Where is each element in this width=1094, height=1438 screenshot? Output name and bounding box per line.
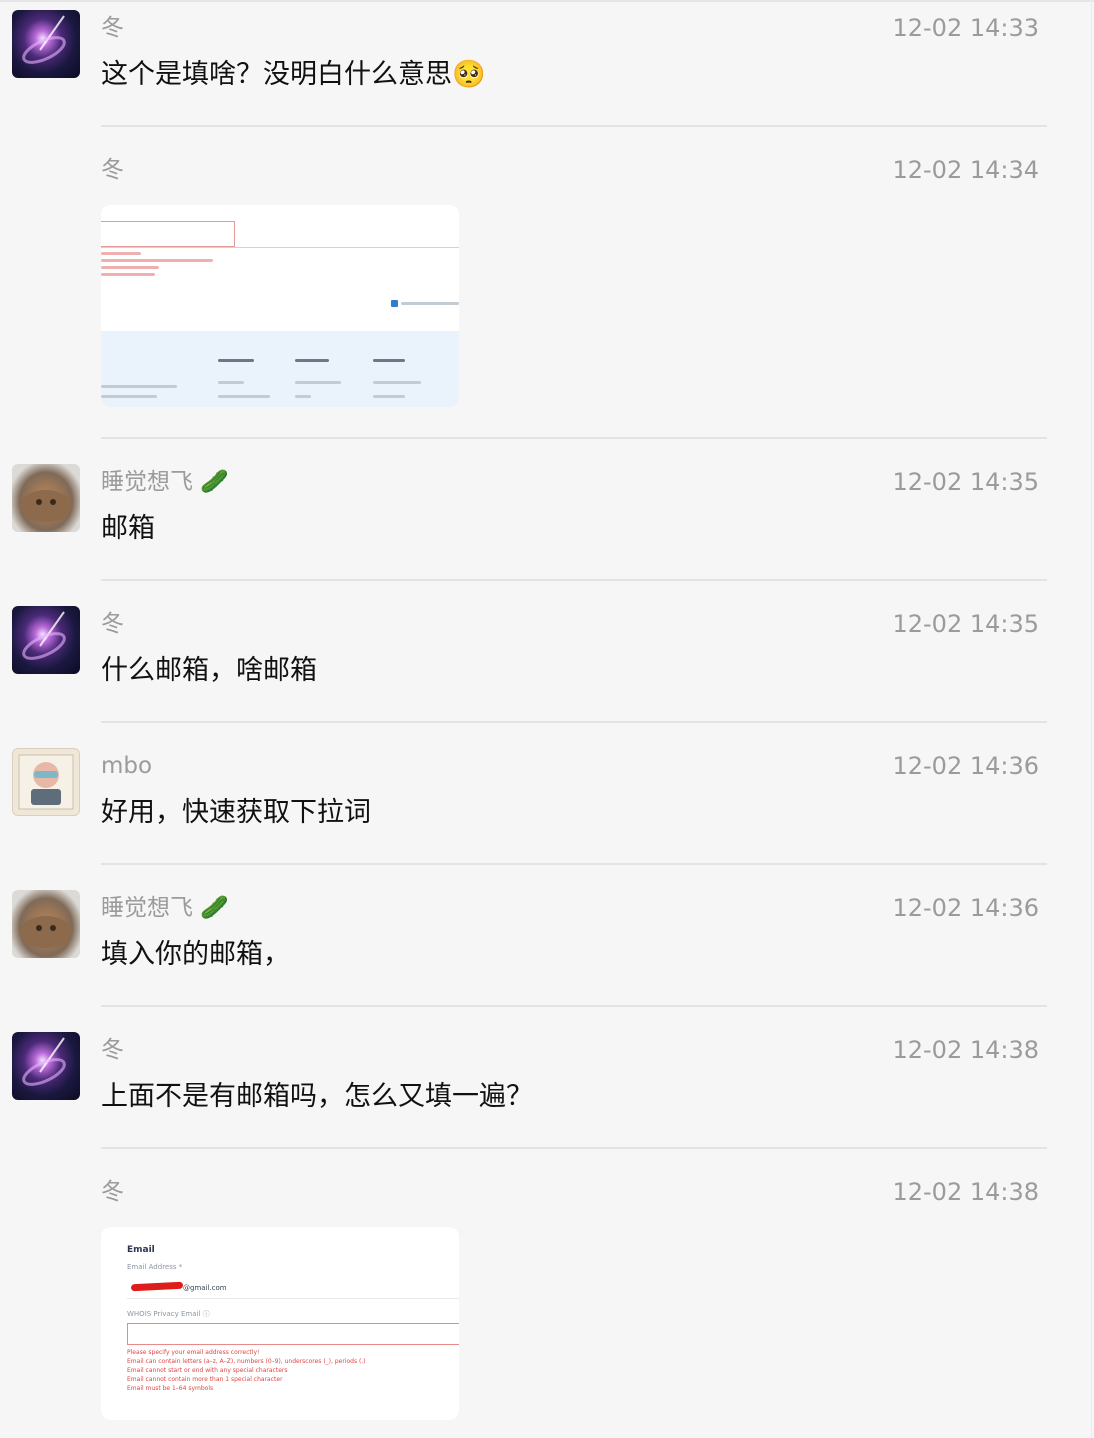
message-text: 什么邮箱，啥邮箱 bbox=[101, 655, 317, 686]
message-time: 12-02 14:38 bbox=[892, 1178, 1039, 1206]
message-separator bbox=[101, 1005, 1047, 1007]
image-attachment[interactable] bbox=[101, 205, 459, 407]
error-message: Email must be 1–64 symbols bbox=[127, 1385, 214, 1392]
sender-name: mbo bbox=[101, 753, 153, 779]
right-border bbox=[1091, 0, 1092, 1438]
whois-email-field bbox=[127, 1323, 459, 1345]
message-text: 邮箱 bbox=[101, 513, 155, 544]
email-value: @gmail.com bbox=[183, 1284, 227, 1292]
email-heading: Email bbox=[127, 1245, 155, 1255]
avatar[interactable] bbox=[12, 464, 80, 532]
message-time: 12-02 14:34 bbox=[892, 156, 1039, 184]
sender-name: 冬 bbox=[101, 1037, 124, 1063]
galaxy-avatar-icon bbox=[22, 611, 66, 660]
avatar[interactable] bbox=[12, 606, 80, 674]
galaxy-avatar-icon bbox=[22, 15, 66, 64]
message-text: 上面不是有邮箱吗，怎么又填一遍？ bbox=[101, 1081, 533, 1112]
message-time: 12-02 14:38 bbox=[892, 1036, 1039, 1064]
checkbox-icon bbox=[391, 300, 398, 307]
checkbox-label bbox=[401, 302, 459, 305]
message-text: 填入你的邮箱， bbox=[101, 939, 290, 970]
avatar[interactable] bbox=[12, 748, 80, 816]
avatar[interactable] bbox=[12, 890, 80, 958]
message-separator bbox=[101, 863, 1047, 865]
site-footer bbox=[101, 331, 459, 407]
sender-name: 睡觉想飞 🥒 bbox=[101, 895, 229, 921]
whois-email-label: WHOIS Privacy Email ⓘ bbox=[127, 1310, 210, 1318]
message-separator bbox=[101, 1147, 1047, 1149]
sender-name: 冬 bbox=[101, 157, 124, 183]
top-border bbox=[0, 0, 1094, 2]
message-text: 好用，快速获取下拉词 bbox=[101, 797, 371, 828]
message-text: 这个是填啥？没明白什么意思🥺 bbox=[101, 59, 486, 90]
message-time: 12-02 14:36 bbox=[892, 752, 1039, 780]
message-time: 12-02 14:35 bbox=[892, 468, 1039, 496]
error-message: Email cannot contain more than 1 special… bbox=[127, 1376, 283, 1383]
image-attachment[interactable]: Email Email Address * @gmail.com WHOIS P… bbox=[101, 1227, 459, 1420]
cat-avatar-icon bbox=[20, 490, 72, 522]
message-time: 12-02 14:36 bbox=[892, 894, 1039, 922]
error-message: Email can contain letters (a–z, A–Z), nu… bbox=[127, 1358, 366, 1365]
sender-name: 冬 bbox=[101, 611, 124, 637]
stamp-avatar-icon bbox=[18, 754, 74, 810]
galaxy-avatar-icon bbox=[22, 1037, 66, 1086]
message-separator bbox=[101, 721, 1047, 723]
form-error-input bbox=[101, 221, 235, 247]
message-separator bbox=[101, 437, 1047, 439]
error-message: Please specify your email address correc… bbox=[127, 1349, 260, 1356]
avatar[interactable] bbox=[12, 10, 80, 78]
sender-name: 冬 bbox=[101, 15, 124, 41]
avatar[interactable] bbox=[12, 1032, 80, 1100]
message-time: 12-02 14:33 bbox=[892, 14, 1039, 42]
message-time: 12-02 14:35 bbox=[892, 610, 1039, 638]
sender-name: 睡觉想飞 🥒 bbox=[101, 469, 229, 495]
message-separator bbox=[101, 579, 1047, 581]
sender-name: 冬 bbox=[101, 1179, 124, 1205]
error-message: Email cannot start or end with any speci… bbox=[127, 1367, 288, 1374]
cat-avatar-icon bbox=[20, 916, 72, 948]
message-separator bbox=[101, 125, 1047, 127]
email-address-label: Email Address * bbox=[127, 1263, 183, 1271]
